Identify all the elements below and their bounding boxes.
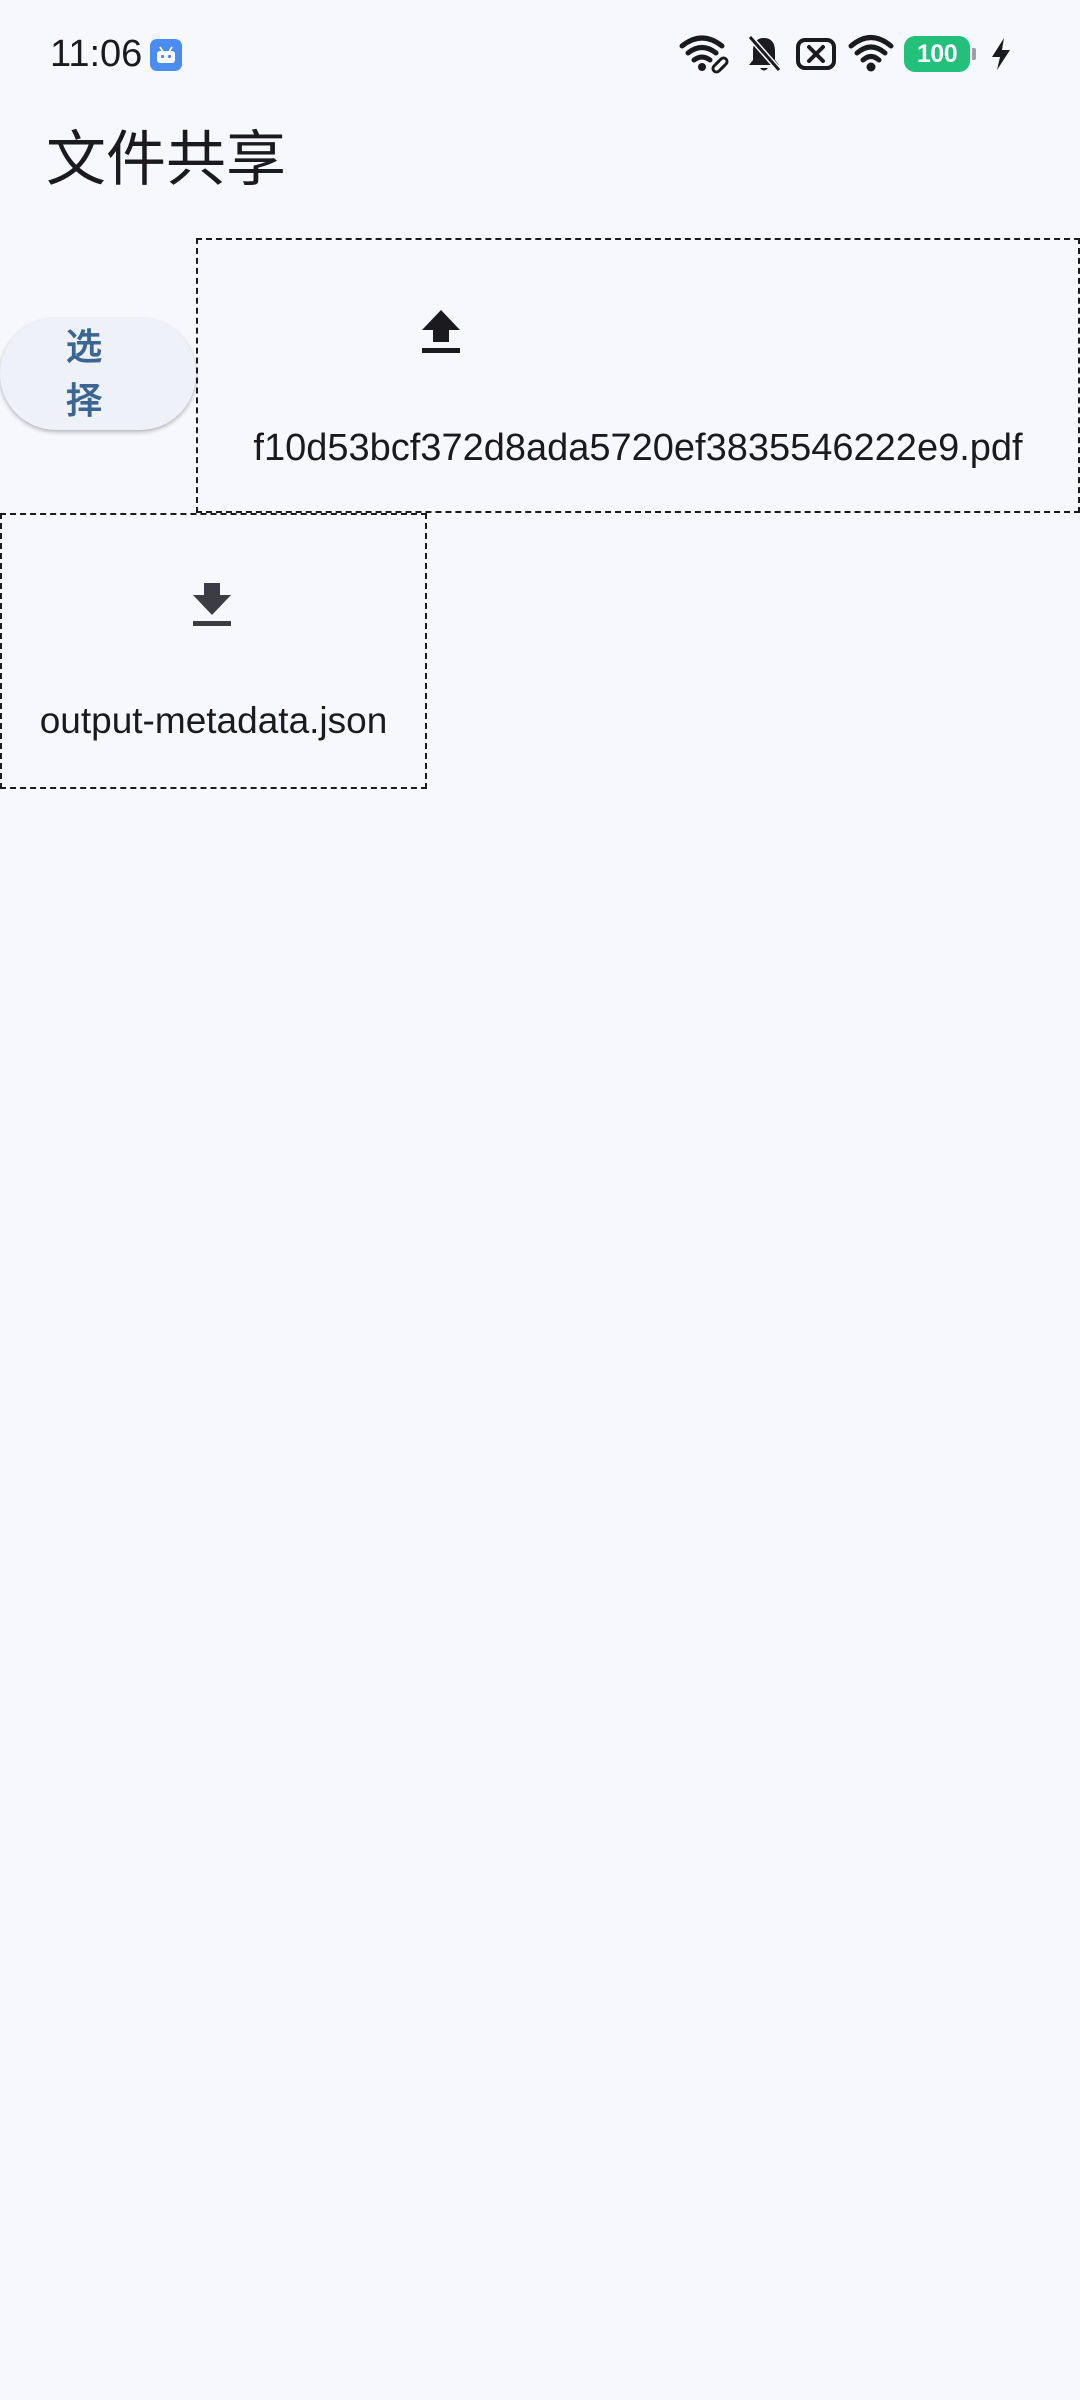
no-sim-icon [794,32,838,76]
download-file-name: output-metadata.json [39,700,388,741]
select-button-label: 选择 [65,326,102,421]
upload-file-tile[interactable]: f10d53bcf372d8ada5720ef3835546222e9.pdf [196,238,1080,513]
charging-icon [988,32,1014,76]
download-icon [191,581,233,634]
status-time: 11:06 [50,33,143,75]
notifications-off-icon [744,32,784,76]
wifi-icon [848,32,894,76]
select-file-button[interactable]: 选择 [0,318,196,430]
page-title: 文件共享 [46,126,286,193]
status-icons: 100 [678,32,1014,76]
battery-icon: 100 [904,36,976,72]
upload-icon [420,308,462,361]
wifi-hotspot-icon [678,32,734,76]
status-bar: 11:06 100 [0,0,1080,110]
android-app-icon [150,39,182,71]
download-file-tile[interactable]: output-metadata.json [0,513,427,789]
upload-file-name: f10d53bcf372d8ada5720ef3835546222e9.pdf [253,427,1023,469]
